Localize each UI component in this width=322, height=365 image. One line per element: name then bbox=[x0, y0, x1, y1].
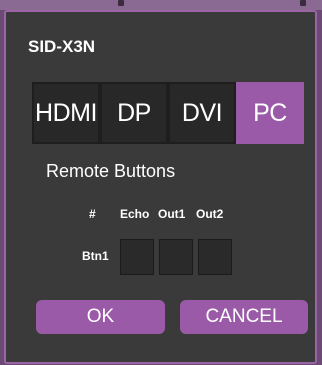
remote-buttons-heading: Remote Buttons bbox=[46, 161, 176, 181]
background-handle bbox=[300, 0, 306, 6]
ok-button[interactable]: OK bbox=[36, 300, 165, 334]
tab-dp[interactable]: DP bbox=[100, 82, 168, 144]
background-strip bbox=[0, 0, 322, 10]
cancel-button[interactable]: CANCEL bbox=[180, 300, 308, 334]
tab-hdmi[interactable]: HDMI bbox=[32, 82, 100, 144]
column-header-out2: Out2 bbox=[196, 207, 224, 221]
tab-pc[interactable]: PC bbox=[236, 82, 304, 144]
btn1-out2-cell[interactable] bbox=[198, 239, 232, 275]
column-header-number: # bbox=[89, 207, 96, 221]
dialog-title: SID-X3N bbox=[28, 37, 96, 56]
background-handle bbox=[118, 0, 124, 6]
tab-dvi[interactable]: DVI bbox=[168, 82, 236, 144]
column-header-echo: Echo bbox=[120, 207, 150, 221]
column-header-out1: Out1 bbox=[158, 207, 186, 221]
btn1-echo-cell[interactable] bbox=[120, 239, 154, 275]
row-label-btn1: Btn1 bbox=[82, 249, 109, 263]
btn1-out1-cell[interactable] bbox=[159, 239, 193, 275]
